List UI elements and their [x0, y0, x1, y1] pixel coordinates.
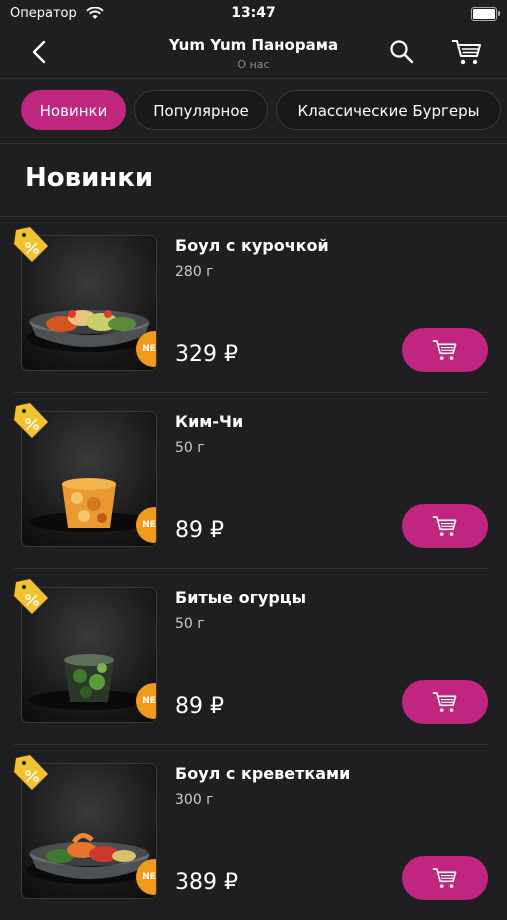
product-name: Боул с курочкой — [175, 236, 329, 255]
search-button[interactable] — [388, 38, 416, 66]
section-title: Новинки — [25, 163, 154, 193]
product-card[interactable]: NEW Ким-Чи 50 г 89 ₽ — [0, 392, 507, 568]
cart-icon — [432, 692, 457, 712]
cart-icon — [452, 40, 481, 65]
product-weight: 280 г — [175, 264, 214, 280]
add-to-cart-button[interactable] — [402, 504, 488, 548]
cart-icon — [432, 868, 457, 888]
clock: 13:47 — [231, 5, 276, 21]
status-bar: Оператор 13:47 — [0, 0, 507, 28]
discount-tag-icon — [8, 576, 52, 620]
navigation-bar: Yum Yum Панорама О нас — [0, 28, 507, 79]
search-icon — [390, 40, 414, 64]
product-price: 329 ₽ — [175, 342, 238, 367]
discount-tag-icon — [8, 224, 52, 268]
product-weight: 300 г — [175, 792, 214, 808]
product-card[interactable]: NEW Боул с креветками 300 г 389 ₽ — [0, 744, 507, 920]
add-to-cart-button[interactable] — [402, 680, 488, 724]
product-price: 89 ₽ — [175, 518, 224, 543]
page-title: Yum Yum Панорама — [168, 36, 339, 54]
product-price: 89 ₽ — [175, 694, 224, 719]
product-price: 389 ₽ — [175, 870, 238, 895]
product-name: Ким-Чи — [175, 412, 244, 431]
tab-classic-burgers[interactable]: Классические Бургеры — [276, 90, 501, 130]
cart-icon — [432, 516, 457, 536]
cart-button[interactable] — [450, 36, 484, 68]
product-weight: 50 г — [175, 440, 205, 456]
tab-new[interactable]: Новинки — [21, 90, 126, 130]
category-tabs: Новинки Популярное Классические Бургеры — [0, 79, 507, 144]
product-weight: 50 г — [175, 616, 205, 632]
discount-tag-icon — [8, 400, 52, 444]
add-to-cart-button[interactable] — [402, 328, 488, 372]
about-link[interactable]: О нас — [0, 58, 507, 71]
product-card[interactable]: NEW Битые огурцы 50 г 89 ₽ — [0, 568, 507, 744]
tab-popular[interactable]: Популярное — [134, 90, 268, 130]
cart-icon — [432, 340, 457, 360]
product-card[interactable]: NEW Боул с курочкой 280 г 329 ₽ — [0, 216, 507, 392]
add-to-cart-button[interactable] — [402, 856, 488, 900]
product-name: Боул с креветками — [175, 764, 351, 783]
product-name: Битые огурцы — [175, 588, 307, 607]
discount-tag-icon — [8, 752, 52, 796]
battery-icon — [471, 7, 500, 21]
